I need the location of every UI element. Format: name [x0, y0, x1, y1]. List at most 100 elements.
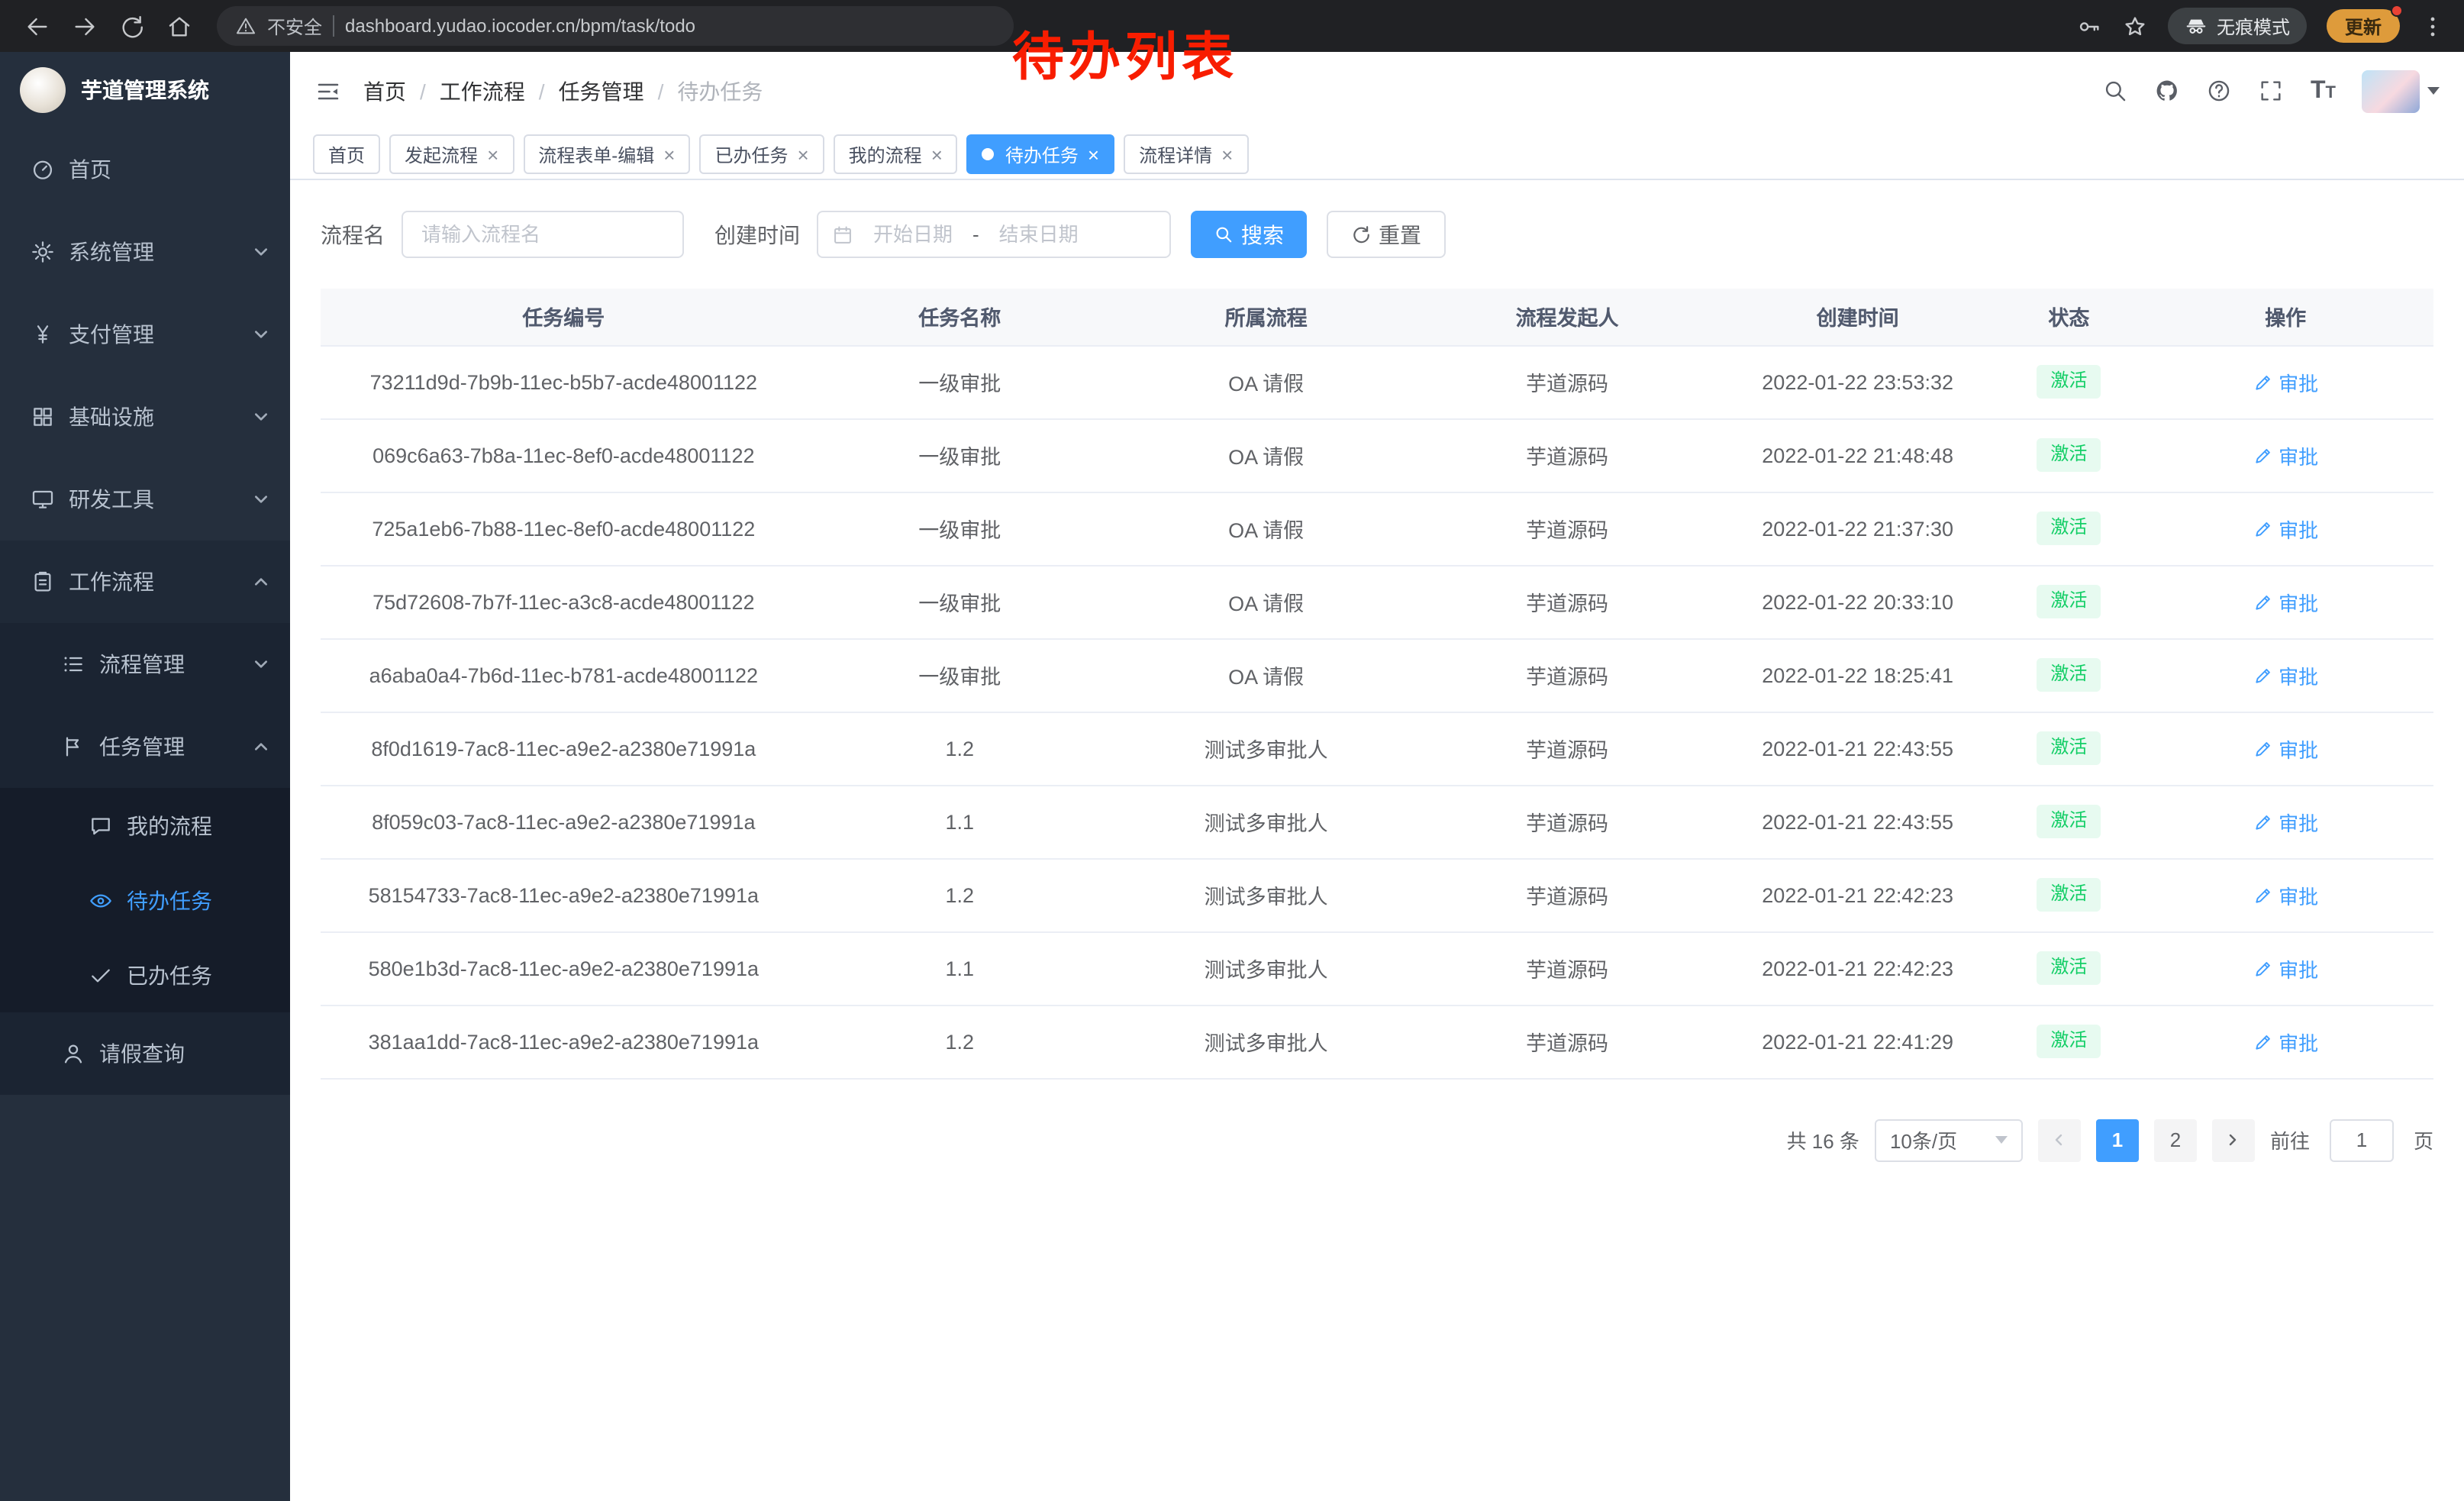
status-badge: 激活 [2037, 585, 2101, 618]
browser-home-button[interactable] [157, 5, 202, 47]
search-button[interactable]: 搜索 [1191, 211, 1307, 258]
chevron-down-icon [253, 492, 269, 507]
sidebar-item-system[interactable]: 系统管理 [0, 211, 290, 293]
sidebar-item-task-management[interactable]: 任务管理 [0, 705, 290, 788]
fullscreen-icon[interactable] [2259, 78, 2285, 104]
update-button[interactable]: 更新 [2327, 9, 2400, 43]
date-range-picker[interactable]: - [817, 211, 1171, 258]
close-icon[interactable]: × [663, 144, 675, 164]
sidebar-item-label: 系统管理 [69, 237, 154, 267]
address-bar[interactable]: 不安全 dashboard.yudao.iocoder.cn/bpm/task/… [217, 6, 1014, 46]
cell-create-time: 2022-01-22 21:48:48 [1715, 418, 2001, 492]
cell-initiator: 芋道源码 [1419, 1005, 1715, 1078]
search-icon[interactable] [2103, 78, 2129, 104]
content-area: 流程名 创建时间 - 搜索 重置 [290, 180, 2464, 1501]
sidebar-item-label: 首页 [69, 154, 111, 185]
page-button-1[interactable]: 1 [2096, 1118, 2139, 1161]
next-page-button[interactable] [2212, 1118, 2255, 1161]
help-icon[interactable] [2207, 78, 2233, 104]
close-icon[interactable]: × [1088, 144, 1099, 164]
github-icon[interactable] [2155, 78, 2181, 104]
browser-refresh-button[interactable] [110, 5, 154, 47]
cell-initiator: 芋道源码 [1419, 785, 1715, 858]
approve-link[interactable]: 审批 [2253, 807, 2318, 836]
table-row: 381aa1dd-7ac8-11ec-a9e2-a2380e71991a 1.2… [321, 1005, 2433, 1078]
sidebar-item-todo-tasks[interactable]: 待办任务 [0, 863, 290, 938]
sidebar-item-process-management[interactable]: 流程管理 [0, 623, 290, 705]
tab-my-process[interactable]: 我的流程 × [834, 134, 958, 174]
approve-link[interactable]: 审批 [2253, 954, 2318, 983]
tab-todo-tasks[interactable]: 待办任务 × [967, 134, 1114, 174]
close-icon[interactable]: × [931, 144, 943, 164]
table-row: 73211d9d-7b9b-11ec-b5b7-acde48001122 一级审… [321, 345, 2433, 418]
tab-home[interactable]: 首页 [313, 134, 380, 174]
password-key-icon[interactable] [2076, 13, 2102, 39]
cell-process: OA 请假 [1113, 418, 1419, 492]
cell-initiator: 芋道源码 [1419, 638, 1715, 712]
tab-start-process[interactable]: 发起流程 × [389, 134, 514, 174]
bookmark-star-icon[interactable] [2122, 13, 2148, 39]
cell-actions: 审批 [2137, 931, 2433, 1005]
cell-task-id: 725a1eb6-7b88-11ec-8ef0-acde48001122 [321, 492, 807, 565]
browser-forward-button[interactable] [63, 5, 107, 47]
page-size-select[interactable]: 10条/页 [1875, 1118, 2023, 1161]
end-date-input[interactable] [989, 223, 1089, 246]
tab-process-detail[interactable]: 流程详情 × [1124, 134, 1248, 174]
sidebar-item-workflow[interactable]: 工作流程 [0, 541, 290, 623]
user-menu[interactable] [2362, 69, 2440, 112]
edit-pen-icon [2253, 958, 2272, 978]
browser-menu-icon[interactable] [2420, 13, 2446, 39]
reset-button[interactable]: 重置 [1327, 211, 1446, 258]
close-icon[interactable]: × [797, 144, 808, 164]
close-icon[interactable]: × [1221, 144, 1233, 164]
approve-link[interactable]: 审批 [2253, 880, 2318, 909]
goto-page-input[interactable] [2330, 1118, 2394, 1161]
sidebar-item-leave-query[interactable]: 请假查询 [0, 1012, 290, 1095]
cell-process: OA 请假 [1113, 565, 1419, 638]
table-body: 73211d9d-7b9b-11ec-b5b7-acde48001122 一级审… [321, 345, 2433, 1078]
status-badge: 激活 [2037, 878, 2101, 911]
approve-link[interactable]: 审批 [2253, 734, 2318, 763]
chevron-down-icon [253, 244, 269, 260]
close-icon[interactable]: × [487, 144, 498, 164]
column-create-time: 创建时间 [1715, 289, 2001, 345]
tab-done-tasks[interactable]: 已办任务 × [699, 134, 824, 174]
tab-process-form-edit[interactable]: 流程表单-编辑 × [523, 134, 690, 174]
sidebar-item-dev-tools[interactable]: 研发工具 [0, 458, 290, 541]
grid-icon [31, 405, 55, 429]
start-date-input[interactable] [863, 223, 963, 246]
cell-actions: 审批 [2137, 492, 2433, 565]
breadcrumb-item-home[interactable]: 首页 [363, 76, 406, 106]
sidebar-item-label: 基础设施 [69, 402, 154, 432]
cell-task-name: 1.2 [807, 858, 1113, 931]
breadcrumb-separator: / [658, 79, 664, 103]
sidebar-item-infrastructure[interactable]: 基础设施 [0, 376, 290, 458]
sidebar-item-payment[interactable]: 支付管理 [0, 293, 290, 376]
approve-link[interactable]: 审批 [2253, 660, 2318, 689]
page-button-2[interactable]: 2 [2154, 1118, 2197, 1161]
font-size-icon[interactable]: TT [2311, 79, 2336, 103]
security-label[interactable]: 不安全 [267, 13, 322, 39]
sidebar-item-my-process[interactable]: 我的流程 [0, 788, 290, 863]
create-time-label: 创建时间 [714, 219, 800, 250]
approve-link[interactable]: 审批 [2253, 587, 2318, 616]
avatar[interactable] [2362, 69, 2420, 112]
approve-link[interactable]: 审批 [2253, 514, 2318, 543]
column-actions: 操作 [2137, 289, 2433, 345]
sidebar-item-done-tasks[interactable]: 已办任务 [0, 938, 290, 1012]
pagination: 共 16 条 10条/页 1 2 前往 页 [321, 1118, 2433, 1161]
cell-status: 激活 [2000, 1005, 2137, 1078]
chevron-down-icon [253, 657, 269, 672]
sidebar-collapse-button[interactable] [314, 77, 342, 105]
approve-link[interactable]: 审批 [2253, 1027, 2318, 1056]
cell-task-name: 1.2 [807, 1005, 1113, 1078]
approve-link[interactable]: 审批 [2253, 441, 2318, 470]
approve-link[interactable]: 审批 [2253, 367, 2318, 396]
flag-icon [61, 734, 85, 759]
prev-page-button[interactable] [2038, 1118, 2081, 1161]
browser-back-button[interactable] [15, 5, 60, 47]
breadcrumb-item-workflow[interactable]: 工作流程 [440, 76, 525, 106]
process-name-input[interactable] [402, 211, 684, 258]
breadcrumb-item-task-management[interactable]: 任务管理 [559, 76, 644, 106]
sidebar-item-home[interactable]: 首页 [0, 128, 290, 211]
